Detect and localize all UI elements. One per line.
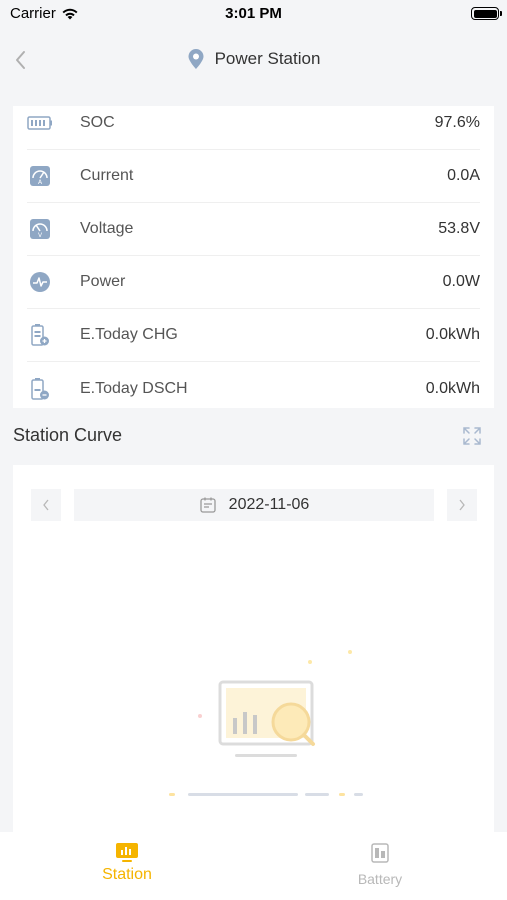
nav-bar: Power Station: [0, 38, 507, 82]
section-title: Station Curve: [13, 425, 123, 445]
page-title: Power Station: [214, 49, 321, 68]
metric-label: Current: [80, 167, 134, 184]
metric-value: 0.0kWh: [425, 326, 480, 343]
tab-bar: Station Battery: [0, 832, 507, 900]
nav-title-group: Power Station: [0, 48, 507, 70]
next-date-button[interactable]: [447, 489, 477, 521]
status-bar: Carrier 3:01 PM: [0, 0, 507, 28]
curve-card: 2022-11-06: [13, 465, 494, 835]
chevron-right-icon: [459, 499, 465, 511]
battery-charge-icon: [27, 322, 53, 348]
metrics-card: SOC 97.6% A Current 0.0A V Voltage 53.8V: [13, 106, 494, 408]
tab-station-label: Station: [102, 866, 152, 883]
date-value: 2022-11-06: [228, 496, 310, 513]
metric-value: 0.0A: [447, 167, 480, 184]
metric-label: SOC: [80, 114, 115, 131]
battery-status-icon: [471, 7, 502, 20]
tab-battery[interactable]: Battery: [310, 842, 450, 887]
date-picker: 2022-11-06: [31, 489, 477, 521]
calendar-icon: [200, 497, 216, 513]
expand-icon: [463, 427, 481, 445]
metric-label: Power: [80, 273, 126, 290]
ammeter-icon: A: [27, 163, 53, 189]
tab-station[interactable]: Station: [57, 842, 197, 884]
chevron-left-icon: [43, 499, 49, 511]
metric-value: 53.8V: [438, 220, 480, 237]
metric-row-voltage: V Voltage 53.8V: [27, 203, 480, 256]
metric-value: 0.0kWh: [425, 379, 480, 397]
tab-battery-label: Battery: [357, 871, 403, 887]
prev-date-button[interactable]: [31, 489, 61, 521]
metric-row-today-chg: E.Today CHG 0.0kWh: [27, 309, 480, 362]
metric-label: E.Today CHG: [80, 326, 178, 343]
voltmeter-icon: V: [27, 216, 53, 242]
clock: 3:01 PM: [225, 5, 282, 22]
empty-data-illustration: [169, 650, 363, 796]
metric-value: 0.0W: [442, 273, 480, 290]
power-gauge-icon: [27, 269, 53, 295]
metric-label: E.Today DSCH: [80, 379, 188, 397]
metric-label: Voltage: [80, 220, 134, 237]
battery-tab-icon: [371, 843, 389, 863]
battery-bars-icon: [27, 110, 53, 136]
expand-button[interactable]: [461, 425, 483, 447]
metric-row-current: A Current 0.0A: [27, 150, 480, 203]
location-pin-icon: [188, 49, 204, 69]
date-selector[interactable]: 2022-11-06: [74, 489, 434, 521]
metric-row-power: Power 0.0W: [27, 256, 480, 309]
metric-row-today-dsch: E.Today DSCH 0.0kWh: [27, 362, 480, 408]
metric-row-soc: SOC 97.6%: [27, 106, 480, 150]
station-chart-icon: [116, 843, 138, 862]
battery-discharge-icon: [27, 376, 53, 402]
metric-value: 97.6%: [434, 114, 480, 131]
